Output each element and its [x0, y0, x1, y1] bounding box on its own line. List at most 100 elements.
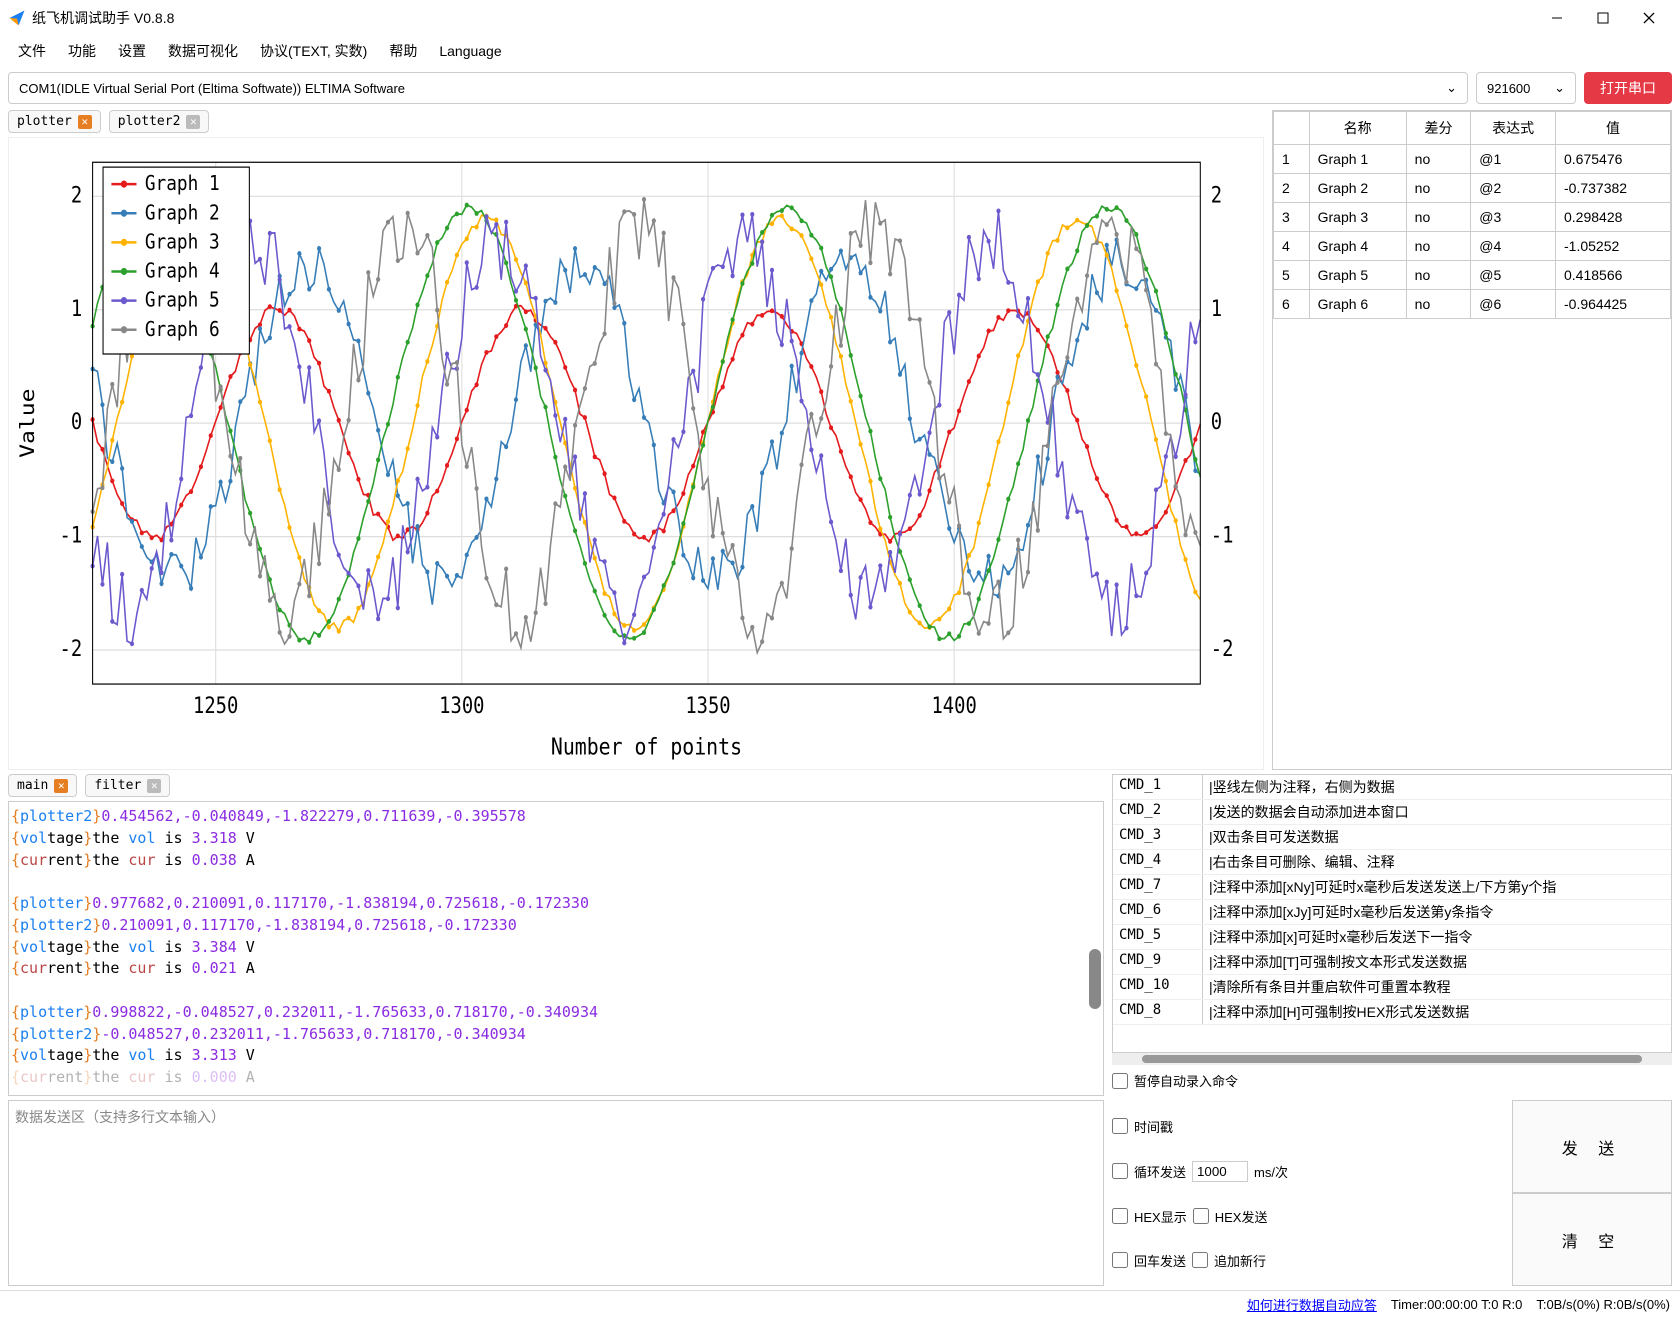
close-button[interactable] [1626, 2, 1672, 34]
menubar: 文件功能设置数据可视化协议(TEXT, 实数)帮助Language [0, 36, 1680, 66]
titlebar: 纸飞机调试助手 V0.8.8 [0, 0, 1680, 36]
svg-text:-2: -2 [59, 636, 82, 662]
chevron-down-icon: ⌄ [1554, 80, 1565, 96]
log-line: {voltage}the vol is 3.318 V [11, 828, 1101, 850]
connection-row: COM1(IDLE Virtual Serial Port (Eltima So… [0, 66, 1680, 110]
log-scrollbar[interactable] [1089, 949, 1101, 1009]
hex-show-checkbox[interactable]: HEX显示 [1112, 1207, 1187, 1226]
svg-text:1400: 1400 [931, 693, 976, 719]
svg-text:Graph 2: Graph 2 [145, 200, 220, 225]
tab-plotter2[interactable]: plotter2✕ [109, 110, 210, 133]
log-line: {current}the cur is 0.038 A [11, 850, 1101, 872]
log-line: {voltage}the vol is 3.313 V [11, 1045, 1101, 1067]
menu-item[interactable]: 数据可视化 [158, 37, 248, 65]
svg-text:Graph 1: Graph 1 [145, 171, 220, 196]
append-newline-checkbox[interactable]: 追加新行 [1192, 1251, 1266, 1270]
baud-select[interactable]: 921600 ⌄ [1476, 72, 1576, 104]
data-table[interactable]: 名称差分表达式值1Graph 1no@10.6754762Graph 2no@2… [1273, 111, 1671, 319]
close-icon[interactable]: ✕ [54, 779, 68, 793]
app-logo-icon [8, 9, 26, 27]
tab-main[interactable]: main✕ [8, 774, 77, 797]
cmd-scrollbar-h[interactable] [1112, 1053, 1672, 1065]
table-row[interactable]: 5Graph 5no@50.418566 [1274, 261, 1671, 290]
chevron-down-icon: ⌄ [1446, 80, 1457, 96]
cmd-row[interactable]: CMD_5|注释中添加[x]可延时x毫秒后发送下一指令 [1113, 925, 1671, 950]
maximize-button[interactable] [1580, 2, 1626, 34]
table-row[interactable]: 1Graph 1no@10.675476 [1274, 145, 1671, 174]
timestamp-checkbox[interactable]: 时间戳 [1112, 1113, 1512, 1140]
clear-button[interactable]: 清 空 [1512, 1193, 1672, 1286]
cmd-row[interactable]: CMD_3|双击条目可发送数据 [1113, 825, 1671, 850]
loop-send-checkbox[interactable]: 循环发送 [1112, 1162, 1186, 1181]
cmd-row[interactable]: CMD_7|注释中添加[xNy]可延时x毫秒后发送发送上/下方第y个指 [1113, 875, 1671, 900]
statusbar: 如何进行数据自动应答 Timer:00:00:00 T:0 R:0 T:0B/s… [0, 1290, 1680, 1318]
svg-text:1250: 1250 [193, 693, 238, 719]
close-icon[interactable]: ✕ [147, 779, 161, 793]
svg-text:2: 2 [71, 182, 82, 208]
svg-text:-1: -1 [1211, 522, 1234, 548]
svg-text:Graph 6: Graph 6 [145, 317, 220, 342]
tab-plotter[interactable]: plotter✕ [8, 110, 101, 133]
cmd-row[interactable]: CMD_1|竖线左侧为注释，右侧为数据 [1113, 775, 1671, 800]
menu-item[interactable]: 设置 [108, 37, 156, 65]
menu-item[interactable]: Language [429, 39, 511, 63]
cmd-row[interactable]: CMD_10|清除所有条目并重启软件可重置本教程 [1113, 975, 1671, 1000]
send-input[interactable]: 数据发送区（支持多行文本输入） [8, 1100, 1104, 1286]
svg-text:0: 0 [71, 409, 82, 435]
svg-text:-2: -2 [1211, 636, 1234, 662]
log-line [11, 980, 1101, 1002]
close-icon[interactable]: ✕ [186, 115, 200, 129]
port-select[interactable]: COM1(IDLE Virtual Serial Port (Eltima So… [8, 72, 1468, 104]
log-line [11, 871, 1101, 893]
menu-item[interactable]: 文件 [8, 37, 56, 65]
port-select-value: COM1(IDLE Virtual Serial Port (Eltima So… [19, 81, 405, 96]
log-line: {plotter2}0.210091,0.117170,-1.838194,0.… [11, 915, 1101, 937]
svg-text:Graph 3: Graph 3 [145, 229, 220, 254]
menu-item[interactable]: 帮助 [379, 37, 427, 65]
log-line: {plotter2}0.454562,-0.040849,-1.822279,0… [11, 806, 1101, 828]
minimize-button[interactable] [1534, 2, 1580, 34]
svg-text:1350: 1350 [685, 693, 730, 719]
log-line: {plotter}0.977682,0.210091,0.117170,-1.8… [11, 893, 1101, 915]
cmd-row[interactable]: CMD_2|发送的数据会自动添加进本窗口 [1113, 800, 1671, 825]
plot-area[interactable]: -2-2-1-10011221250130013501400Number of … [8, 137, 1264, 770]
open-port-button[interactable]: 打开串口 [1584, 72, 1672, 104]
log-line: {plotter2}-0.048527,0.232011,-1.765633,0… [11, 1024, 1101, 1046]
cmd-row[interactable]: CMD_6|注释中添加[xJy]可延时x毫秒后发送第y条指令 [1113, 900, 1671, 925]
send-button[interactable]: 发 送 [1512, 1100, 1672, 1193]
svg-text:Number of points: Number of points [551, 734, 742, 761]
svg-text:0: 0 [1211, 409, 1222, 435]
svg-text:Graph 5: Graph 5 [145, 287, 220, 312]
cmd-row[interactable]: CMD_9|注释中添加[T]可强制按文本形式发送数据 [1113, 950, 1671, 975]
log-area[interactable]: {plotter2}0.454562,-0.040849,-1.822279,0… [8, 801, 1104, 1096]
baud-select-value: 921600 [1487, 81, 1530, 96]
enter-send-checkbox[interactable]: 回车发送 [1112, 1251, 1186, 1270]
plot-tabs: plotter✕ plotter2✕ [8, 110, 1264, 133]
svg-text:1300: 1300 [439, 693, 484, 719]
svg-text:Value: Value [17, 388, 40, 457]
cmd-row[interactable]: CMD_4|右击条目可删除、编辑、注释 [1113, 850, 1671, 875]
status-rate: T:0B/s(0%) R:0B/s(0%) [1536, 1297, 1670, 1312]
table-row[interactable]: 4Graph 4no@4-1.05252 [1274, 232, 1671, 261]
table-row[interactable]: 6Graph 6no@6-0.964425 [1274, 290, 1671, 319]
tab-filter[interactable]: filter✕ [85, 774, 170, 797]
window-title: 纸飞机调试助手 V0.8.8 [32, 8, 1534, 28]
loop-interval-input[interactable] [1192, 1161, 1248, 1182]
data-table-panel: 名称差分表达式值1Graph 1no@10.6754762Graph 2no@2… [1272, 110, 1672, 770]
log-line: {voltage}the vol is 3.384 V [11, 937, 1101, 959]
cmd-list[interactable]: CMD_1|竖线左侧为注释，右侧为数据CMD_2|发送的数据会自动添加进本窗口C… [1112, 774, 1672, 1053]
log-line: {current}the cur is 0.000 A [11, 1067, 1101, 1089]
close-icon[interactable]: ✕ [78, 115, 92, 129]
pause-auto-record-checkbox[interactable]: 暂停自动录入命令 [1112, 1065, 1672, 1096]
svg-text:Graph 4: Graph 4 [145, 258, 220, 283]
menu-item[interactable]: 协议(TEXT, 实数) [250, 37, 377, 65]
table-row[interactable]: 3Graph 3no@30.298428 [1274, 203, 1671, 232]
svg-text:-1: -1 [59, 522, 82, 548]
table-row[interactable]: 2Graph 2no@2-0.737382 [1274, 174, 1671, 203]
svg-text:1: 1 [71, 295, 82, 321]
menu-item[interactable]: 功能 [58, 37, 106, 65]
hex-send-checkbox[interactable]: HEX发送 [1193, 1207, 1268, 1226]
auto-reply-link[interactable]: 如何进行数据自动应答 [1247, 1295, 1377, 1314]
cmd-row[interactable]: CMD_8|注释中添加[H]可强制按HEX形式发送数据 [1113, 1000, 1671, 1025]
log-line: {current}the cur is 0.021 A [11, 958, 1101, 980]
